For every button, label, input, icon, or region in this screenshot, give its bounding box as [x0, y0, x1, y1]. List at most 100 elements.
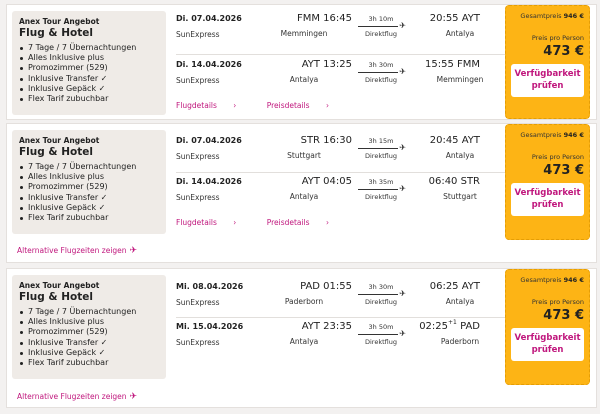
detail-links: Flugdetails › Preisdetails › — [176, 218, 357, 227]
price-box: Gesamtpreis 946 € Preis pro Person 473 €… — [505, 269, 590, 385]
package-summary: Anex Tour Angebot Flug & Hotel 7 Tage / … — [12, 130, 166, 234]
package-type: Flug & Hotel — [19, 146, 93, 158]
arrival: 06:40 STR — [428, 176, 480, 187]
flight-line: ✈ — [356, 21, 406, 30]
flight-duration-block: 3h 35m ✈ Direktflug — [356, 178, 406, 201]
flight-date: Di. 14.04.2026 — [176, 60, 242, 69]
feature-item: 7 Tage / 7 Übernachtungen — [19, 43, 159, 53]
flight-duration-block: 3h 10m ✈ Direktflug — [356, 15, 406, 38]
airline: SunExpress — [176, 193, 220, 202]
departure-city: Antalya — [289, 75, 319, 84]
plane-icon: ✈ — [399, 67, 406, 76]
arrival: 20:55 AYT — [429, 13, 480, 24]
feature-item: Alles Inklusive plus — [19, 172, 159, 182]
return-flight: Di. 14.04.2026 SunExpress AYT 04:05 Anta… — [176, 174, 506, 214]
divider — [176, 54, 506, 55]
feature-item: Alles Inklusive plus — [19, 53, 159, 63]
return-flight: Mi. 15.04.2026 SunExpress AYT 23:35 Anta… — [176, 319, 506, 359]
outbound-flight: Di. 07.04.2026 SunExpress STR 16:30 Stut… — [176, 133, 506, 173]
stop-info: Direktflug — [365, 193, 397, 201]
arrival: 02:25+1 PAD — [414, 319, 480, 332]
package-summary: Anex Tour Angebot Flug & Hotel 7 Tage / … — [12, 275, 166, 379]
operator-label: Anex Tour Angebot — [19, 17, 100, 26]
feature-item: Flex Tarif zubuchbar — [19, 94, 159, 104]
plane-icon: ✈ — [399, 143, 406, 152]
total-price: Gesamtpreis 946 € — [520, 12, 584, 20]
departure-city: Antalya — [289, 192, 319, 201]
feature-item: Inklusive Transfer ✓ — [19, 193, 159, 203]
feature-item: Alles Inklusive plus — [19, 317, 159, 327]
per-person-price: 473 € — [543, 163, 584, 178]
check-availability-button[interactable]: Verfügbarkeit prüfen — [511, 64, 584, 97]
chevron-right-icon: › — [233, 101, 237, 110]
plane-icon: ✈ — [129, 246, 138, 256]
feature-item: 7 Tage / 7 Übernachtungen — [19, 162, 159, 172]
flight-date: Mi. 08.04.2026 — [176, 282, 244, 291]
flight-line: ✈ — [356, 143, 406, 152]
alternative-times-link[interactable]: Alternative Flugzeiten zeigen ✈ — [17, 392, 137, 402]
departure: PAD 01:55 — [300, 281, 352, 292]
offer-card: Anex Tour Angebot Flug & Hotel 7 Tage / … — [6, 4, 597, 120]
feature-item: Inklusive Transfer ✓ — [19, 74, 159, 84]
chevron-right-icon: › — [233, 218, 237, 227]
flight-details-link[interactable]: Flugdetails › — [176, 218, 250, 227]
per-person-price: 473 € — [543, 308, 584, 323]
operator-label: Anex Tour Angebot — [19, 136, 100, 145]
departure: AYT 04:05 — [301, 176, 352, 187]
price-details-link[interactable]: Preisdetails › — [267, 218, 343, 227]
operator-label: Anex Tour Angebot — [19, 281, 100, 290]
airline: SunExpress — [176, 338, 220, 347]
divider — [176, 317, 506, 318]
plane-icon: ✈ — [399, 329, 406, 338]
flight-details-link[interactable]: Flugdetails › — [176, 101, 250, 110]
feature-item: Inklusive Gepäck ✓ — [19, 203, 159, 213]
outbound-flight: Di. 07.04.2026 SunExpress FMM 16:45 Memm… — [176, 11, 506, 51]
stop-info: Direktflug — [365, 152, 397, 160]
package-type: Flug & Hotel — [19, 27, 93, 39]
arrival-city: Stuttgart — [443, 192, 477, 201]
stop-info: Direktflug — [365, 298, 397, 306]
arrival-city: Antalya — [445, 151, 475, 160]
plane-icon: ✈ — [399, 184, 406, 193]
return-flight: Di. 14.04.2026 SunExpress AYT 13:25 Anta… — [176, 57, 506, 97]
check-availability-button[interactable]: Verfügbarkeit prüfen — [511, 183, 584, 216]
per-person-label: Preis pro Person — [531, 298, 584, 306]
alternative-times-link[interactable]: Alternative Flugzeiten zeigen ✈ — [17, 246, 137, 256]
arrival-city: Antalya — [445, 29, 475, 38]
price-details-link[interactable]: Preisdetails › — [267, 101, 343, 110]
arrival: 15:55 FMM — [424, 59, 480, 70]
feature-item: Promozimmer (529) — [19, 327, 159, 337]
feature-item: Inklusive Gepäck ✓ — [19, 84, 159, 94]
package-type: Flug & Hotel — [19, 291, 93, 303]
stop-info: Direktflug — [365, 30, 397, 38]
per-person-price: 473 € — [543, 44, 584, 59]
flight-date: Mi. 15.04.2026 — [176, 322, 244, 331]
airline: SunExpress — [176, 76, 220, 85]
chevron-right-icon: › — [325, 218, 329, 227]
per-person-label: Preis pro Person — [531, 34, 584, 42]
outbound-flight: Mi. 08.04.2026 SunExpress PAD 01:55 Pade… — [176, 279, 506, 319]
stop-info: Direktflug — [365, 338, 397, 346]
total-price: Gesamtpreis 946 € — [520, 131, 584, 139]
chevron-right-icon: › — [325, 101, 329, 110]
detail-links: Flugdetails › Preisdetails › — [176, 101, 357, 110]
arrival: 20:45 AYT — [429, 135, 480, 146]
arrival-city: Paderborn — [440, 337, 480, 346]
arrival-city: Memmingen — [436, 75, 484, 84]
departure-city: Antalya — [289, 337, 319, 346]
flight-date: Di. 07.04.2026 — [176, 14, 242, 23]
check-availability-button[interactable]: Verfügbarkeit prüfen — [511, 328, 584, 361]
arrival-time: 02:25 — [419, 321, 449, 332]
total-price: Gesamtpreis 946 € — [520, 276, 584, 284]
plane-icon: ✈ — [399, 289, 406, 298]
feature-item: 7 Tage / 7 Übernachtungen — [19, 307, 159, 317]
feature-list: 7 Tage / 7 Übernachtungen Alles Inklusiv… — [19, 162, 159, 223]
flight-date: Di. 07.04.2026 — [176, 136, 242, 145]
departure: FMM 16:45 — [296, 13, 352, 24]
departure: AYT 23:35 — [301, 321, 352, 332]
price-box: Gesamtpreis 946 € Preis pro Person 473 €… — [505, 5, 590, 119]
offer-card: Anex Tour Angebot Flug & Hotel 7 Tage / … — [6, 123, 597, 263]
feature-item: Flex Tarif zubuchbar — [19, 358, 159, 368]
flight-date: Di. 14.04.2026 — [176, 177, 242, 186]
arrival-city: Antalya — [445, 297, 475, 306]
